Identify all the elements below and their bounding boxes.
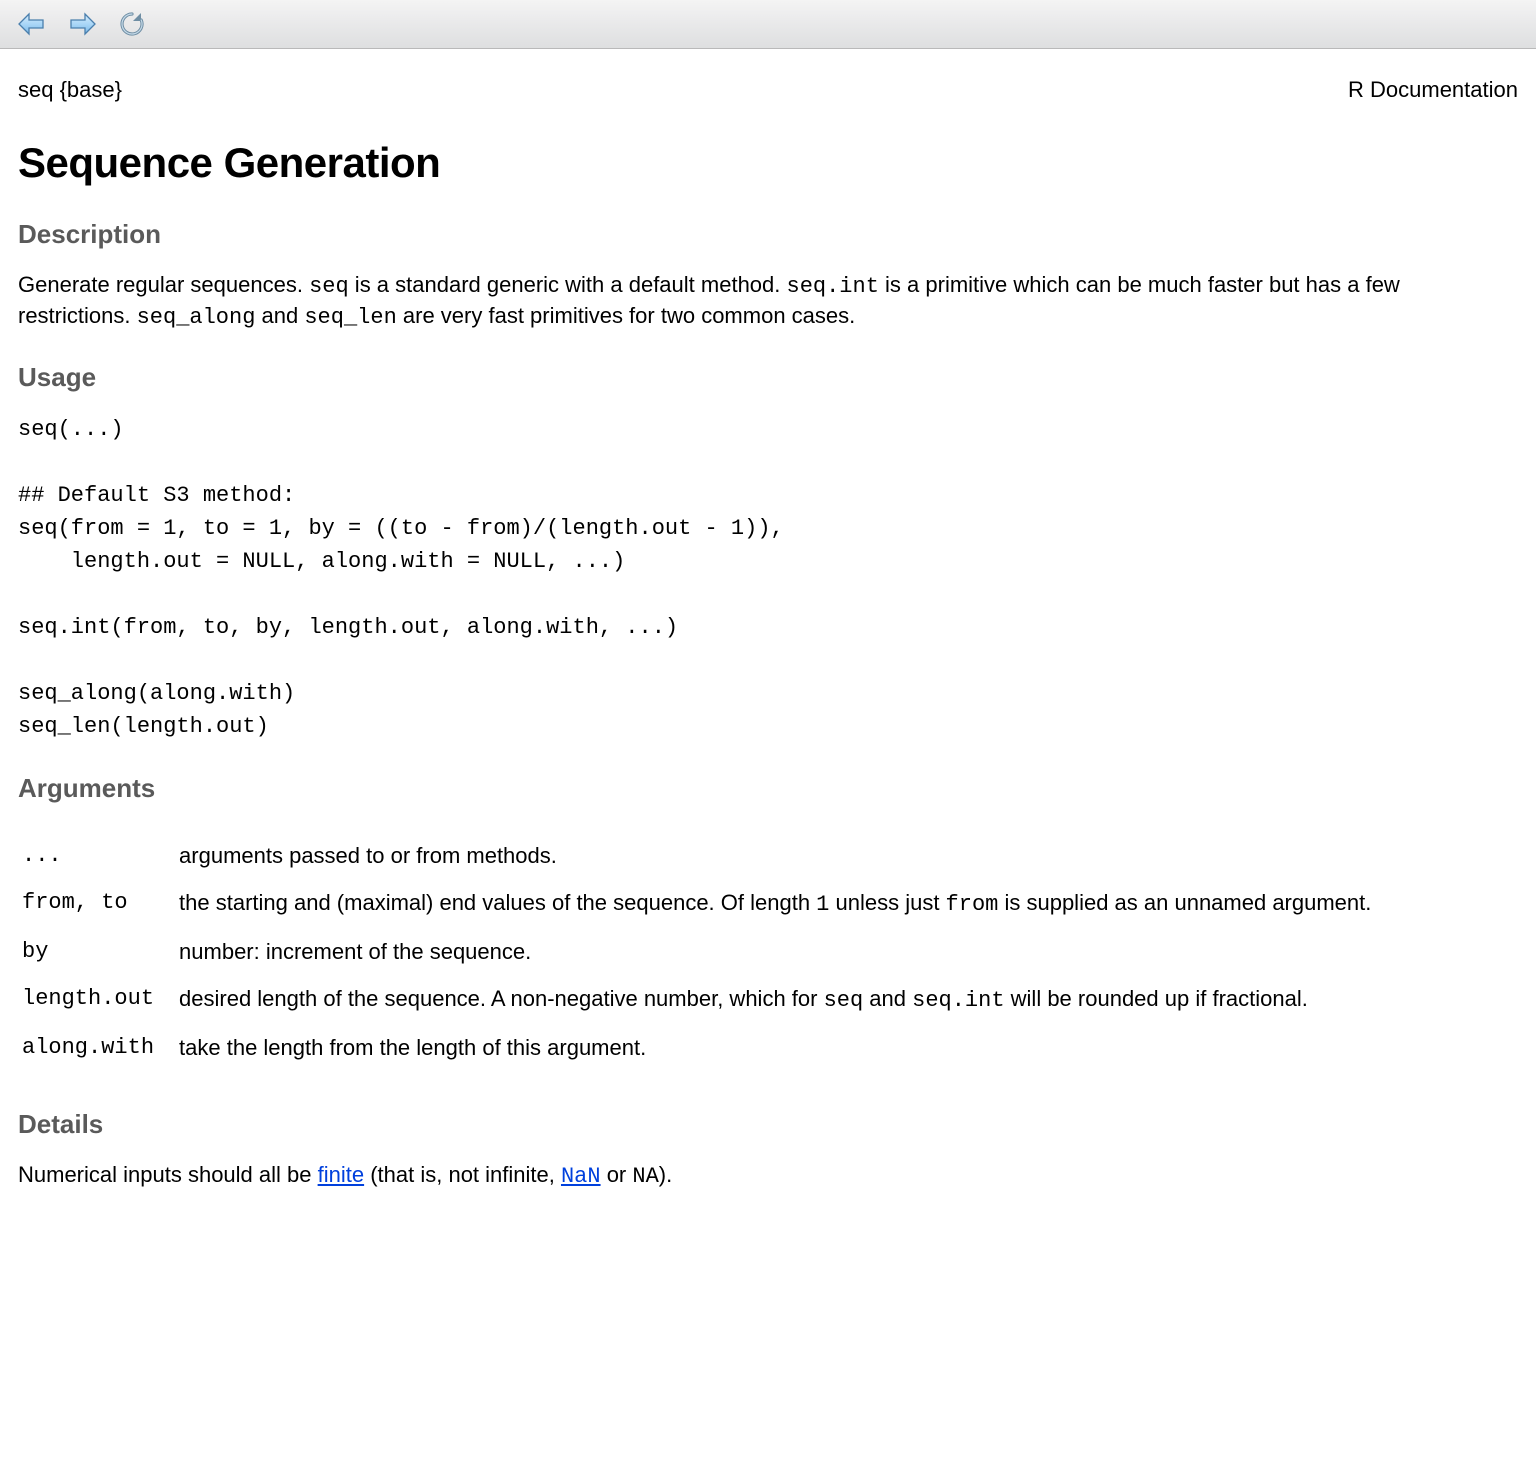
- arg-name: length.out: [18, 983, 178, 1016]
- table-row: along.with take the length from the leng…: [18, 1032, 1395, 1063]
- section-usage: Usage: [18, 362, 1518, 393]
- section-description: Description: [18, 219, 1518, 250]
- details-paragraph: Numerical inputs should all be finite (t…: [18, 1160, 1518, 1191]
- section-details: Details: [18, 1109, 1518, 1140]
- arguments-table: ... arguments passed to or from methods.…: [18, 824, 1395, 1079]
- arg-name: ...: [18, 840, 178, 871]
- forward-arrow-icon: [67, 12, 97, 36]
- reload-button[interactable]: [114, 6, 150, 42]
- arg-desc: the starting and (maximal) end values of…: [178, 887, 1395, 920]
- table-row: ... arguments passed to or from methods.: [18, 840, 1395, 871]
- arg-desc: desired length of the sequence. A non-ne…: [178, 983, 1395, 1016]
- arg-name: by: [18, 936, 178, 967]
- code-seq-along: seq_along: [137, 305, 256, 330]
- topic-package: seq {base}: [18, 77, 122, 103]
- arg-desc: arguments passed to or from methods.: [178, 840, 1395, 871]
- toolbar: [0, 0, 1536, 49]
- section-arguments: Arguments: [18, 773, 1518, 804]
- arg-desc: number: increment of the sequence.: [178, 936, 1395, 967]
- doc-content: seq {base} R Documentation Sequence Gene…: [0, 49, 1536, 1247]
- table-row: by number: increment of the sequence.: [18, 936, 1395, 967]
- table-row: length.out desired length of the sequenc…: [18, 983, 1395, 1016]
- code-seq-int: seq.int: [787, 274, 879, 299]
- meta-row: seq {base} R Documentation: [18, 77, 1518, 103]
- code-seq: seq: [309, 274, 349, 299]
- arg-name: from, to: [18, 887, 178, 920]
- link-nan[interactable]: NaN: [561, 1164, 601, 1189]
- back-button[interactable]: [14, 6, 50, 42]
- link-finite[interactable]: finite: [318, 1162, 364, 1187]
- arg-name: along.with: [18, 1032, 178, 1063]
- page-title: Sequence Generation: [18, 139, 1518, 187]
- rdoc-label: R Documentation: [1348, 77, 1518, 103]
- reload-icon: [119, 11, 145, 37]
- description-paragraph: Generate regular sequences. seq is a sta…: [18, 270, 1518, 332]
- usage-code: seq(...) ## Default S3 method: seq(from …: [18, 413, 1518, 743]
- arg-desc: take the length from the length of this …: [178, 1032, 1395, 1063]
- table-row: from, to the starting and (maximal) end …: [18, 887, 1395, 920]
- back-arrow-icon: [17, 12, 47, 36]
- code-seq-len: seq_len: [304, 305, 396, 330]
- forward-button[interactable]: [64, 6, 100, 42]
